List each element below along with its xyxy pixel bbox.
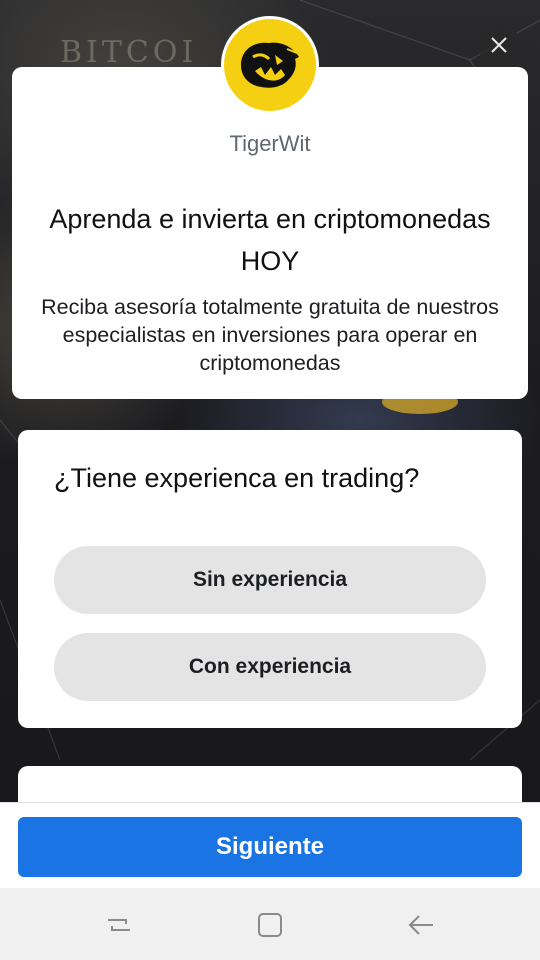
- option-label: Sin experiencia: [192, 568, 348, 591]
- back-arrow-icon: [408, 915, 433, 935]
- option-label: Con experiencia: [188, 655, 352, 678]
- recent-apps-icon: [108, 919, 130, 931]
- close-icon: [491, 37, 507, 53]
- tiger-logo-icon: [241, 42, 299, 88]
- brand-avatar: [221, 16, 319, 114]
- bottom-action-bar: Siguiente: [0, 802, 540, 889]
- recent-apps-button[interactable]: [104, 910, 134, 940]
- next-button[interactable]: Siguiente: [18, 817, 522, 877]
- headline: Aprenda e invierta en criptomonedas HOY: [49, 204, 491, 276]
- intro-card: Aprenda e invierta en criptomonedas HOY …: [12, 67, 528, 399]
- back-button[interactable]: [406, 910, 436, 940]
- question-card: ¿Tiene experienca en trading? Sin experi…: [18, 430, 522, 728]
- option-with-experience[interactable]: Con experiencia: [54, 633, 486, 701]
- description: Reciba asesoría totalmente gratuita de n…: [41, 295, 499, 375]
- question-title: ¿Tiene experienca en trading?: [54, 463, 420, 493]
- home-button[interactable]: [255, 910, 285, 940]
- close-button[interactable]: [478, 24, 520, 66]
- brand-name: TigerWit: [229, 131, 311, 156]
- home-icon: [258, 913, 282, 937]
- svg-text:BITCOI: BITCOI: [60, 35, 197, 70]
- system-nav-bar: [0, 888, 540, 960]
- option-no-experience[interactable]: Sin experiencia: [54, 546, 486, 614]
